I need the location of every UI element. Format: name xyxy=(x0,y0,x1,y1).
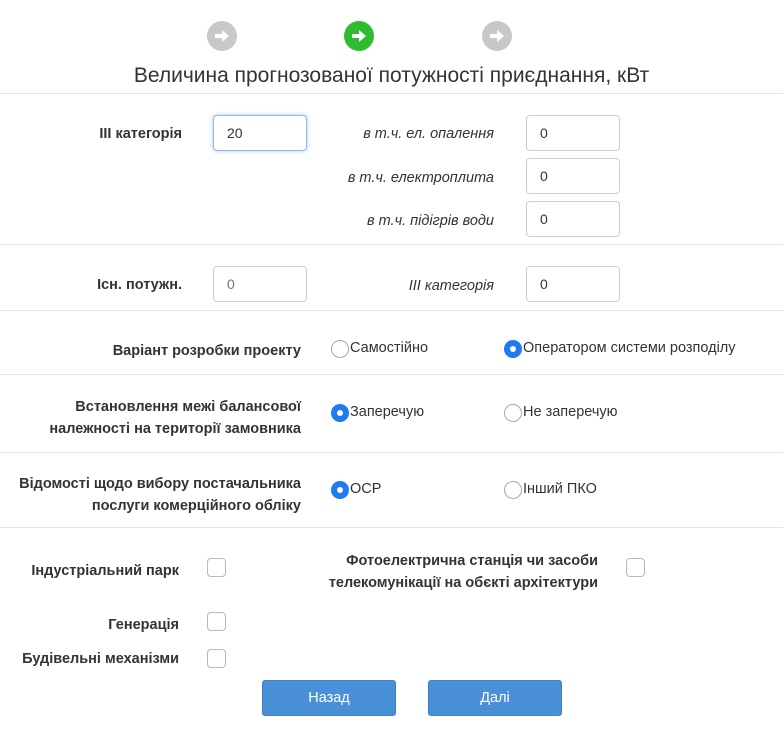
supplier-label-line2: послуги комерційного обліку xyxy=(91,498,301,514)
radio-other-pko[interactable] xyxy=(504,481,522,499)
divider xyxy=(0,93,783,94)
radio-self[interactable] xyxy=(331,340,349,358)
radio-no-object-label: Не заперечую xyxy=(523,404,618,420)
step-3-arrow-icon xyxy=(482,21,512,51)
back-button[interactable]: Назад xyxy=(262,680,396,716)
next-button[interactable]: Далі xyxy=(428,680,562,716)
industrial-park-label: Індустріальний парк xyxy=(31,563,179,579)
water-input[interactable] xyxy=(526,201,620,237)
heating-input[interactable] xyxy=(526,115,620,151)
step-1-arrow-icon xyxy=(207,21,237,51)
balance-boundary-label-line2: належності на території замовника xyxy=(49,421,301,437)
radio-other-pko-label: Інший ПКО xyxy=(523,481,597,497)
radio-object-label: Заперечую xyxy=(350,404,425,420)
existing-category-label: ІІІ категорія xyxy=(408,278,494,294)
divider xyxy=(0,310,783,311)
existing-power-input[interactable] xyxy=(213,266,307,302)
divider xyxy=(0,374,783,375)
page-title: Величина прогнозованої потужності приєдн… xyxy=(133,64,650,87)
radio-no-object[interactable] xyxy=(504,404,522,422)
balance-boundary-label-line1: Встановлення межі балансової xyxy=(75,399,301,415)
project-variant-label: Варіант розробки проекту xyxy=(112,343,301,359)
supplier-label-line1: Відомості щодо вибору постачальника xyxy=(19,476,301,492)
solar-label-line2: телекомунікації на обєкті архітектури xyxy=(328,575,598,591)
divider xyxy=(0,452,783,453)
radio-operator-label: Оператором системи розподілу xyxy=(523,340,736,356)
heating-label: в т.ч. ел. опалення xyxy=(363,126,494,142)
radio-osr[interactable] xyxy=(331,481,349,499)
stove-input[interactable] xyxy=(526,158,620,194)
divider xyxy=(0,527,783,528)
stove-label: в т.ч. електроплита xyxy=(347,170,494,186)
solar-checkbox[interactable] xyxy=(626,558,645,577)
radio-object[interactable] xyxy=(331,404,349,422)
existing-power-label: Існ. потужн. xyxy=(97,277,182,293)
existing-category-input[interactable] xyxy=(526,266,620,302)
generation-label: Генерація xyxy=(108,617,179,633)
divider xyxy=(0,244,783,245)
radio-osr-label: ОСР xyxy=(350,481,382,497)
radio-operator[interactable] xyxy=(504,340,522,358)
generation-checkbox[interactable] xyxy=(207,612,226,631)
construction-label: Будівельні механізми xyxy=(22,651,179,667)
step-2-arrow-icon xyxy=(344,21,374,51)
construction-checkbox[interactable] xyxy=(207,649,226,668)
radio-self-label: Самостійно xyxy=(350,340,429,356)
solar-label-line1: Фотоелектрична станція чи засоби xyxy=(346,553,598,569)
category3-input[interactable] xyxy=(213,115,307,151)
water-label: в т.ч. підігрів води xyxy=(367,213,494,229)
industrial-park-checkbox[interactable] xyxy=(207,558,226,577)
category3-label: ІІІ категорія xyxy=(99,126,182,142)
